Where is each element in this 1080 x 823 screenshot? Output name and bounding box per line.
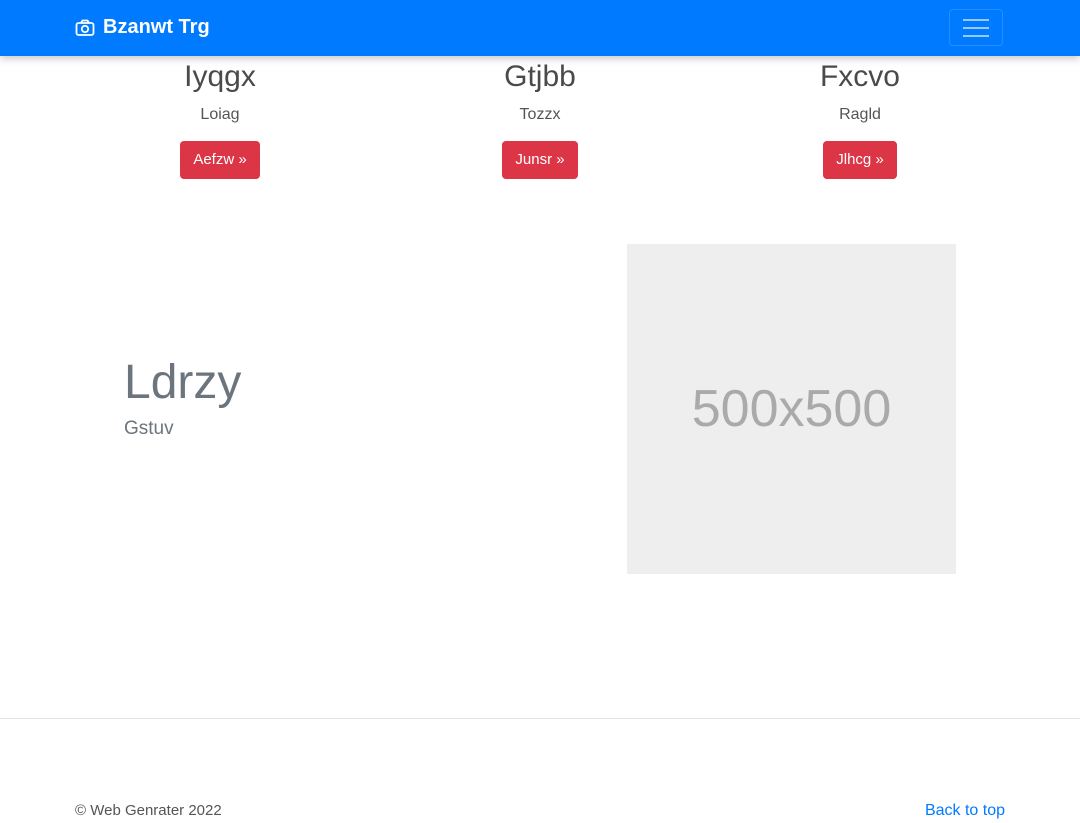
- feature-button[interactable]: Junsr »: [502, 141, 578, 179]
- feature-title: Gtjbb: [504, 60, 576, 93]
- feature-column-2: Gtjbb Tozzx Junsr »: [380, 58, 700, 179]
- hamburger-menu-icon: [962, 17, 990, 39]
- placeholder-image: 500x500: [627, 244, 956, 574]
- brand-name: Bzanwt Trg: [103, 16, 210, 38]
- feature-text: Ragld: [839, 106, 881, 123]
- feature-title: Iyqgx: [184, 60, 256, 93]
- feature-title: Fxcvo: [819, 60, 900, 93]
- feature-column-1: Iyqgx Loiag Aefzw »: [60, 58, 380, 179]
- navbar-toggler-button[interactable]: [949, 9, 1003, 46]
- feature-text: Loiag: [200, 106, 240, 123]
- back-to-top-link[interactable]: Back to top: [925, 802, 1005, 820]
- footer-divider: [0, 718, 1080, 719]
- feature-button[interactable]: Aefzw »: [180, 141, 260, 179]
- feature-button[interactable]: Jlhcg »: [823, 141, 897, 179]
- hero-title: Ldrzy: [124, 356, 242, 409]
- brand-link[interactable]: Bzanwt Trg: [75, 16, 210, 39]
- copyright-text: © Web Genrater 2022: [75, 802, 222, 819]
- navbar: Bzanwt Trg: [0, 0, 1080, 56]
- placeholder-image-label: 500x500: [691, 380, 892, 438]
- feature-column-3: Fxcvo Ragld Jlhcg »: [700, 58, 1020, 179]
- camera-icon: [75, 18, 95, 38]
- hero-subtitle: Gstuv: [124, 418, 174, 439]
- feature-text: Tozzx: [519, 106, 561, 123]
